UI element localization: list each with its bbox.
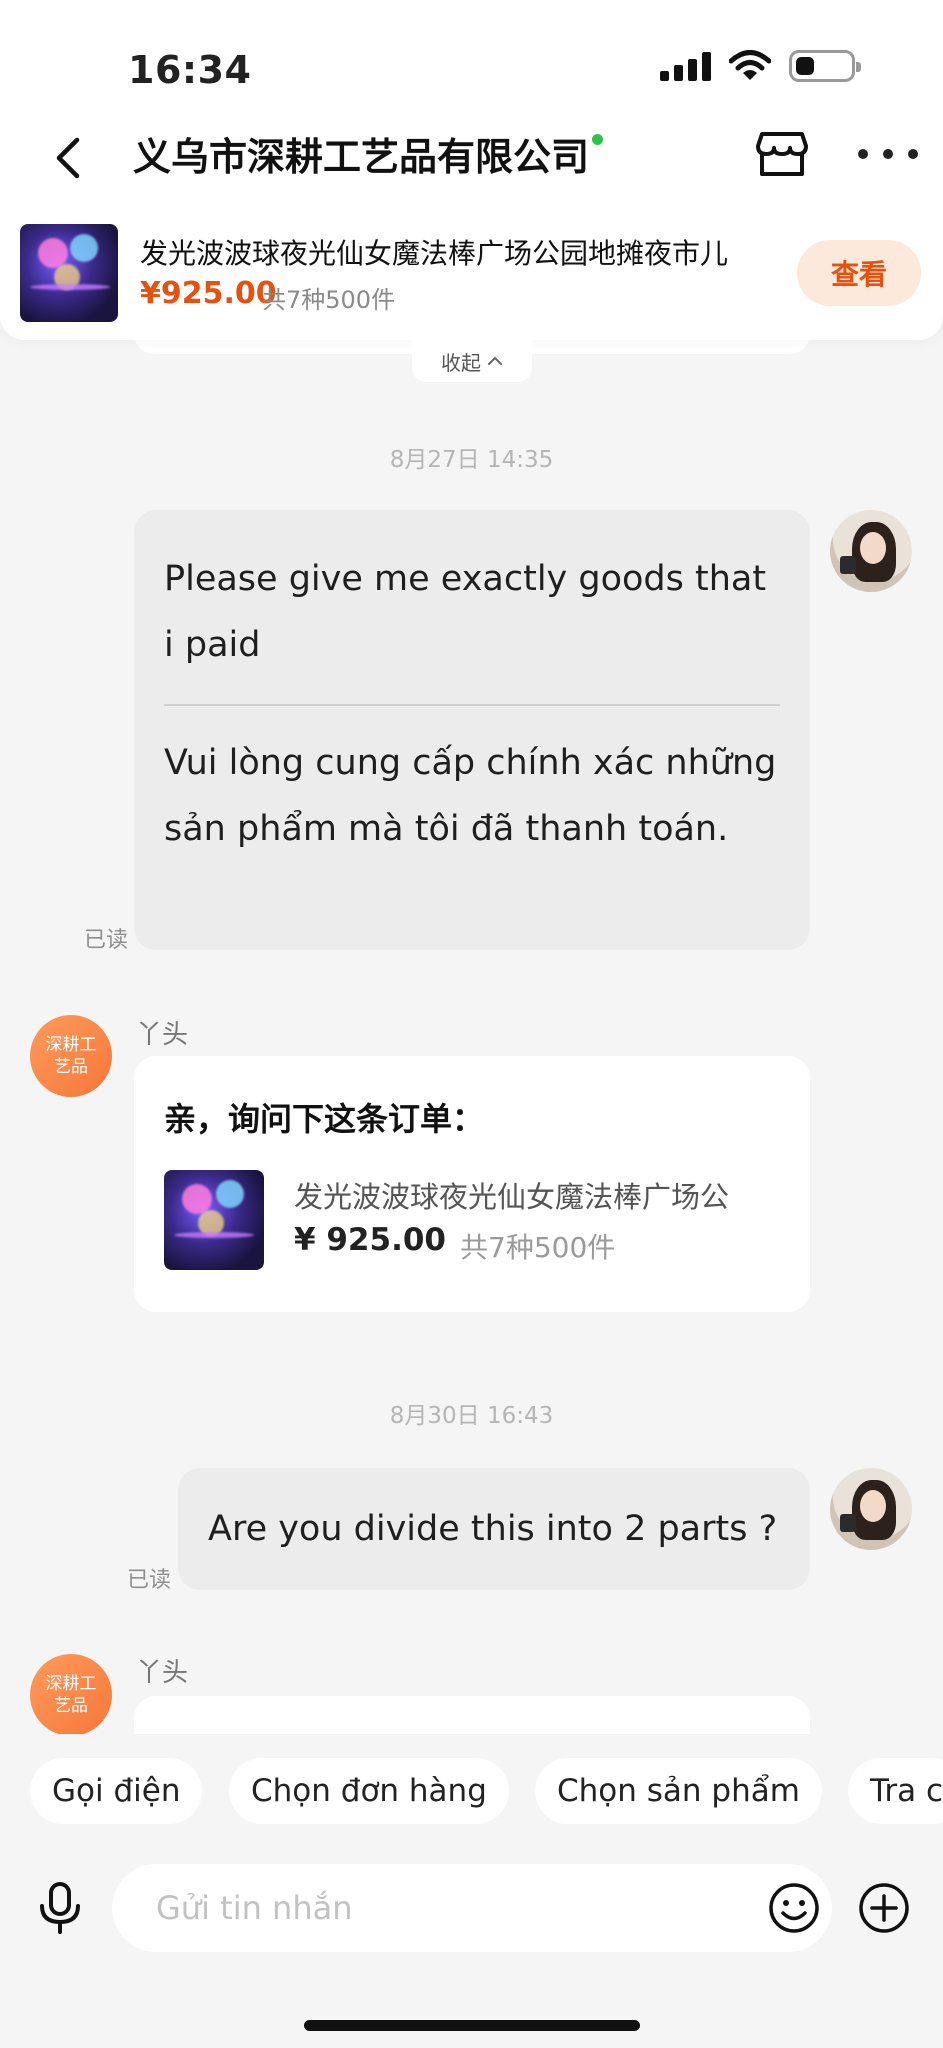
shop-avatar[interactable]: 深耕工艺品 — [30, 1654, 112, 1736]
shop-avatar-text: 深耕工艺品 — [45, 1674, 97, 1716]
quick-action-track[interactable]: Tra c — [848, 1758, 943, 1824]
chat-header: 义乌市深耕工艺品有限公司 — [0, 110, 943, 210]
translation-divider — [164, 704, 780, 706]
order-card[interactable]: 亲，询问下这条订单： 发光波波球夜光仙女魔法棒广场公 ¥ 925.00 共7种5… — [134, 1056, 810, 1312]
sent-message[interactable]: Are you divide this into 2 parts ? — [178, 1468, 810, 1590]
product-bar[interactable]: 发光波波球夜光仙女魔法棒广场公园地摊夜市儿 ¥925.00 共7种500件 查看 — [0, 210, 943, 340]
online-indicator — [592, 134, 604, 145]
status-bar: 16:34 — [0, 0, 943, 110]
shop-title[interactable]: 义乌市深耕工艺品有限公司 — [133, 126, 604, 181]
product-title: 发光波波球夜光仙女魔法棒广场公园地摊夜市儿 — [140, 237, 729, 270]
back-icon — [56, 137, 80, 179]
collapse-toggle[interactable]: 收起 — [412, 340, 532, 382]
message-text: Please give me exactly goods that i paid — [164, 559, 767, 665]
view-button[interactable]: 查看 — [797, 240, 921, 306]
more-actions-button[interactable] — [856, 1880, 912, 1936]
voice-button[interactable] — [30, 1878, 90, 1938]
status-time: 16:34 — [128, 48, 252, 92]
more-button[interactable] — [858, 134, 918, 174]
store-button[interactable] — [752, 124, 812, 184]
order-product-title: 发光波波球夜光仙女魔法棒广场公 — [294, 1180, 730, 1214]
order-heading: 亲，询问下这条订单： — [164, 1100, 485, 1138]
back-button[interactable] — [38, 128, 98, 188]
message-text: Are you divide this into 2 parts ? — [208, 1509, 778, 1549]
store-icon — [756, 132, 808, 176]
order-product[interactable]: 发光波波球夜光仙女魔法棒广场公 ¥ 925.00 共7种500件 — [164, 1170, 780, 1270]
signal-icon — [660, 51, 711, 81]
sent-message[interactable]: Please give me exactly goods that i paid… — [134, 510, 810, 950]
status-icons — [660, 50, 861, 82]
shop-name: 义乌市深耕工艺品有限公司 — [133, 135, 590, 179]
timestamp: 8月30日 16:43 — [389, 1403, 554, 1429]
emoji-icon — [769, 1883, 819, 1933]
order-product-summary: 共7种500件 — [460, 1231, 616, 1264]
quick-action-select-order[interactable]: Chọn đơn hàng — [229, 1758, 509, 1824]
more-icon — [858, 149, 868, 159]
message-translation: Vui lòng cung cấp chính xác những sản ph… — [164, 743, 777, 849]
shop-avatar[interactable]: 深耕工艺品 — [30, 1015, 112, 1097]
user-avatar[interactable] — [830, 510, 912, 592]
plus-icon — [859, 1883, 909, 1933]
quick-action-call[interactable]: Gọi điện — [30, 1758, 203, 1824]
emoji-button[interactable] — [766, 1880, 822, 1936]
chevron-up-icon — [488, 356, 502, 365]
product-thumbnail — [20, 224, 118, 322]
battery-icon — [789, 50, 861, 82]
wifi-icon — [729, 50, 771, 80]
quick-actions: Gọi điện Chọn đơn hàng Chọn sản phẩm Tra… — [0, 1734, 943, 1844]
collapse-label: 收起 — [441, 350, 481, 375]
order-product-price: ¥ 925.00 — [294, 1222, 446, 1258]
sender-name: 丫头 — [136, 1658, 189, 1688]
product-price: ¥925.00 — [140, 276, 277, 311]
home-indicator — [304, 2020, 640, 2031]
mic-icon — [40, 1882, 80, 1934]
read-status: 已读 — [84, 928, 129, 953]
message-input[interactable]: Gửi tin nhắn — [112, 1864, 832, 1952]
shop-avatar-text: 深耕工艺品 — [45, 1035, 97, 1077]
user-avatar[interactable] — [830, 1468, 912, 1550]
quick-action-select-product[interactable]: Chọn sản phẩm — [535, 1758, 822, 1824]
read-status: 已读 — [127, 1568, 172, 1593]
product-summary: 共7种500件 — [262, 286, 396, 314]
sender-name: 丫头 — [136, 1020, 189, 1050]
timestamp: 8月27日 14:35 — [389, 447, 554, 473]
order-product-thumbnail — [164, 1170, 264, 1270]
input-bar: Gửi tin nhắn — [0, 1844, 943, 2048]
